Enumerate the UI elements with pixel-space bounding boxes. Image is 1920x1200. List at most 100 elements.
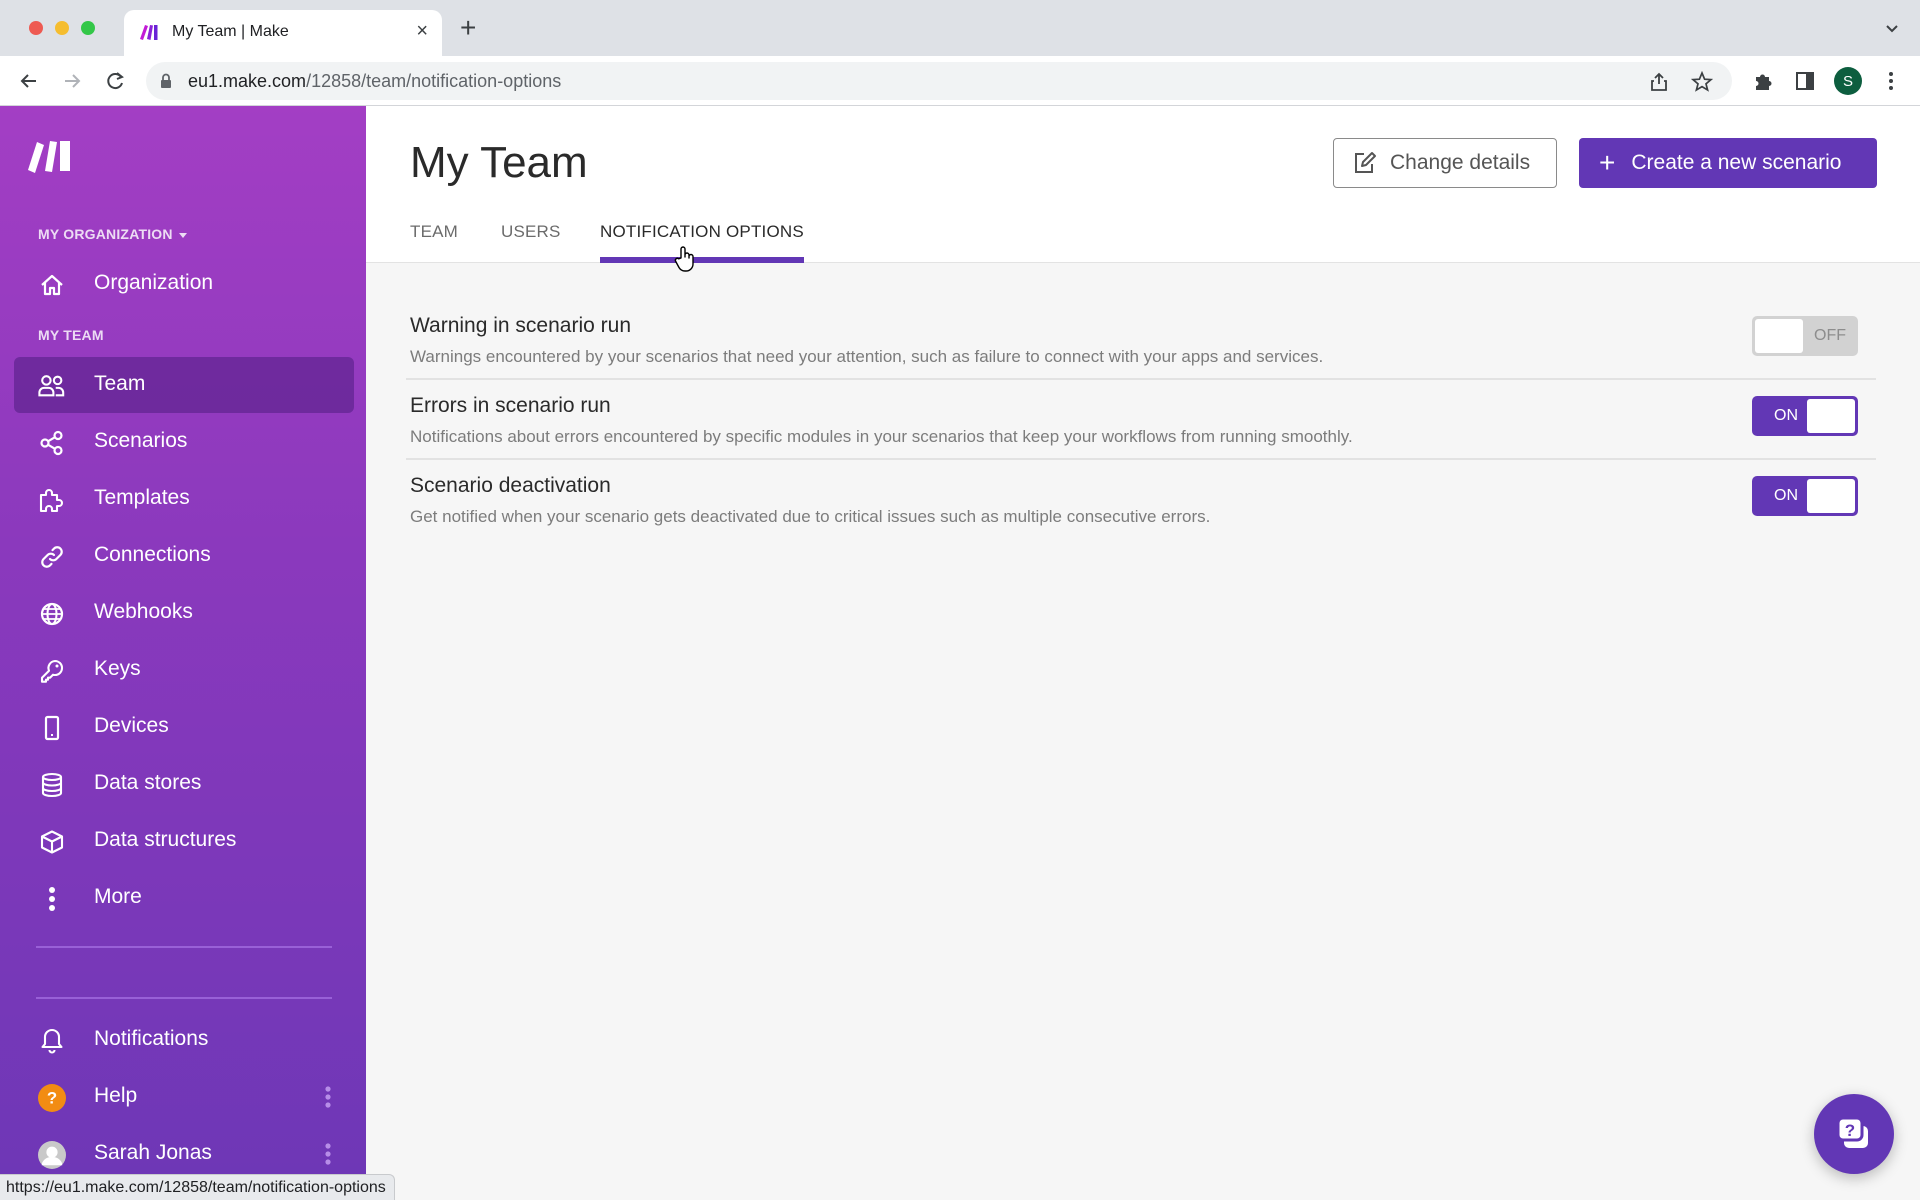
notification-setting-errors: Errors in scenario run Notifications abo… xyxy=(406,380,1876,460)
svg-text:?: ? xyxy=(47,1089,57,1108)
share-nodes-icon xyxy=(38,429,66,457)
sidebar-item-data-stores[interactable]: Data stores xyxy=(14,756,354,812)
main-content: My Team Change details + Create a new sc… xyxy=(366,106,1920,1200)
toggle-knob xyxy=(1807,399,1855,433)
help-options-icon[interactable] xyxy=(324,1085,332,1109)
errors-toggle[interactable]: ON xyxy=(1752,396,1858,436)
window-maximize-button[interactable] xyxy=(81,21,95,35)
tab-close-icon[interactable]: × xyxy=(416,20,428,43)
side-panel-button[interactable] xyxy=(1792,68,1818,94)
vertical-dots-icon xyxy=(38,885,66,913)
database-icon xyxy=(38,771,66,799)
sidebar-item-label: Keys xyxy=(94,657,141,680)
sidebar-divider xyxy=(36,997,332,999)
puzzle-icon xyxy=(38,486,66,514)
link-icon xyxy=(38,543,66,571)
help-chat-button[interactable]: ? xyxy=(1814,1094,1894,1174)
browser-tab-strip: My Team | Make × + xyxy=(0,0,1920,56)
avatar xyxy=(38,1141,66,1169)
sidebar-item-team[interactable]: Team xyxy=(14,357,354,413)
setting-title: Errors in scenario run xyxy=(410,394,611,417)
sidebar-item-label: Devices xyxy=(94,714,169,737)
sidebar-item-scenarios[interactable]: Scenarios xyxy=(14,414,354,470)
sidebar-item-label: Data structures xyxy=(94,828,237,851)
sidebar-item-label: Organization xyxy=(94,271,214,294)
window-close-button[interactable] xyxy=(29,21,43,35)
sidebar-item-webhooks[interactable]: Webhooks xyxy=(14,585,354,641)
sidebar: MY ORGANIZATION Organization MY TEAM Tea… xyxy=(0,106,366,1200)
sidebar-item-organization[interactable]: Organization xyxy=(14,256,354,312)
extensions-button[interactable] xyxy=(1750,68,1776,94)
change-details-label: Change details xyxy=(1390,151,1531,174)
sidebar-item-label: Webhooks xyxy=(94,600,193,623)
setting-title: Scenario deactivation xyxy=(410,474,611,497)
sidebar-item-help[interactable]: ? Help xyxy=(14,1069,354,1125)
lock-icon xyxy=(161,73,171,88)
back-button[interactable] xyxy=(16,68,42,94)
browser-toolbar: eu1.make.com/12858/team/notification-opt… xyxy=(0,56,1920,106)
kebab-menu-icon xyxy=(1889,72,1893,90)
profile-avatar[interactable]: S xyxy=(1834,67,1862,95)
bell-icon xyxy=(38,1027,66,1055)
make-favicon-icon xyxy=(140,25,158,40)
sidebar-item-label: Connections xyxy=(94,543,211,566)
mobile-device-icon xyxy=(38,714,66,742)
sidebar-item-label: More xyxy=(94,885,142,908)
browser-tab[interactable]: My Team | Make × xyxy=(124,10,442,56)
sidebar-item-label: Team xyxy=(94,372,146,395)
arrow-left-icon xyxy=(20,74,36,88)
plus-icon: + xyxy=(1599,147,1616,178)
edit-icon xyxy=(1355,152,1376,173)
change-details-button[interactable]: Change details xyxy=(1333,138,1557,188)
sidebar-item-connections[interactable]: Connections xyxy=(14,528,354,584)
reload-button[interactable] xyxy=(102,68,128,94)
team-section-label: MY TEAM xyxy=(38,327,104,343)
sidebar-item-label: Notifications xyxy=(94,1027,209,1050)
notification-setting-deactivation: Scenario deactivation Get notified when … xyxy=(406,460,1876,540)
browser-menu-button[interactable] xyxy=(1878,68,1904,94)
toggle-knob xyxy=(1755,319,1803,353)
sidebar-item-keys[interactable]: Keys xyxy=(14,642,354,698)
setting-description: Get notified when your scenario gets dea… xyxy=(410,507,1211,526)
deactivation-toggle[interactable]: ON xyxy=(1752,476,1858,516)
home-icon xyxy=(38,271,66,299)
address-bar[interactable]: eu1.make.com/12858/team/notification-opt… xyxy=(146,62,1732,100)
tab-team[interactable]: TEAM xyxy=(410,222,458,263)
bookmark-star-icon[interactable] xyxy=(1691,71,1713,93)
sidebar-item-label: Help xyxy=(94,1084,138,1107)
sidebar-item-templates[interactable]: Templates xyxy=(14,471,354,527)
sidebar-item-devices[interactable]: Devices xyxy=(14,699,354,755)
sidebar-item-label: Sarah Jonas xyxy=(94,1141,212,1164)
setting-title: Warning in scenario run xyxy=(410,314,631,337)
new-tab-button[interactable]: + xyxy=(460,14,476,42)
user-options-icon[interactable] xyxy=(324,1142,332,1166)
notification-setting-warning: Warning in scenario run Warnings encount… xyxy=(406,300,1876,380)
notification-settings-list: Warning in scenario run Warnings encount… xyxy=(406,300,1876,540)
warning-toggle[interactable]: OFF xyxy=(1752,316,1858,356)
url-text[interactable]: eu1.make.com/12858/team/notification-opt… xyxy=(188,71,561,92)
sidebar-item-label: Templates xyxy=(94,486,190,509)
tab-title: My Team | Make xyxy=(172,23,289,40)
forward-button[interactable] xyxy=(59,68,85,94)
tab-notification-options[interactable]: NOTIFICATION OPTIONS xyxy=(600,222,804,263)
globe-icon xyxy=(38,600,66,628)
create-scenario-button[interactable]: + Create a new scenario xyxy=(1579,138,1877,188)
make-logo[interactable] xyxy=(28,138,76,174)
window-minimize-button[interactable] xyxy=(55,21,69,35)
setting-description: Warnings encountered by your scenarios t… xyxy=(410,347,1324,366)
organization-section-label: MY ORGANIZATION xyxy=(38,226,173,242)
tab-search-chevron-icon[interactable] xyxy=(1884,20,1900,36)
toggle-state-label: ON xyxy=(1774,487,1798,504)
sidebar-item-data-structures[interactable]: Data structures xyxy=(14,813,354,869)
sidebar-divider xyxy=(36,946,332,948)
reload-icon xyxy=(107,72,124,90)
svg-text:?: ? xyxy=(1845,1121,1855,1140)
help-chat-icon: ? xyxy=(1836,1116,1868,1148)
sidebar-item-notifications[interactable]: Notifications xyxy=(14,1012,354,1068)
help-circle-icon: ? xyxy=(38,1084,66,1112)
puzzle-extension-icon xyxy=(1756,74,1772,90)
sidebar-item-more[interactable]: More xyxy=(14,870,354,926)
share-icon[interactable] xyxy=(1648,71,1670,93)
tab-users[interactable]: USERS xyxy=(501,222,561,263)
organization-switcher[interactable]: MY ORGANIZATION xyxy=(38,226,187,242)
